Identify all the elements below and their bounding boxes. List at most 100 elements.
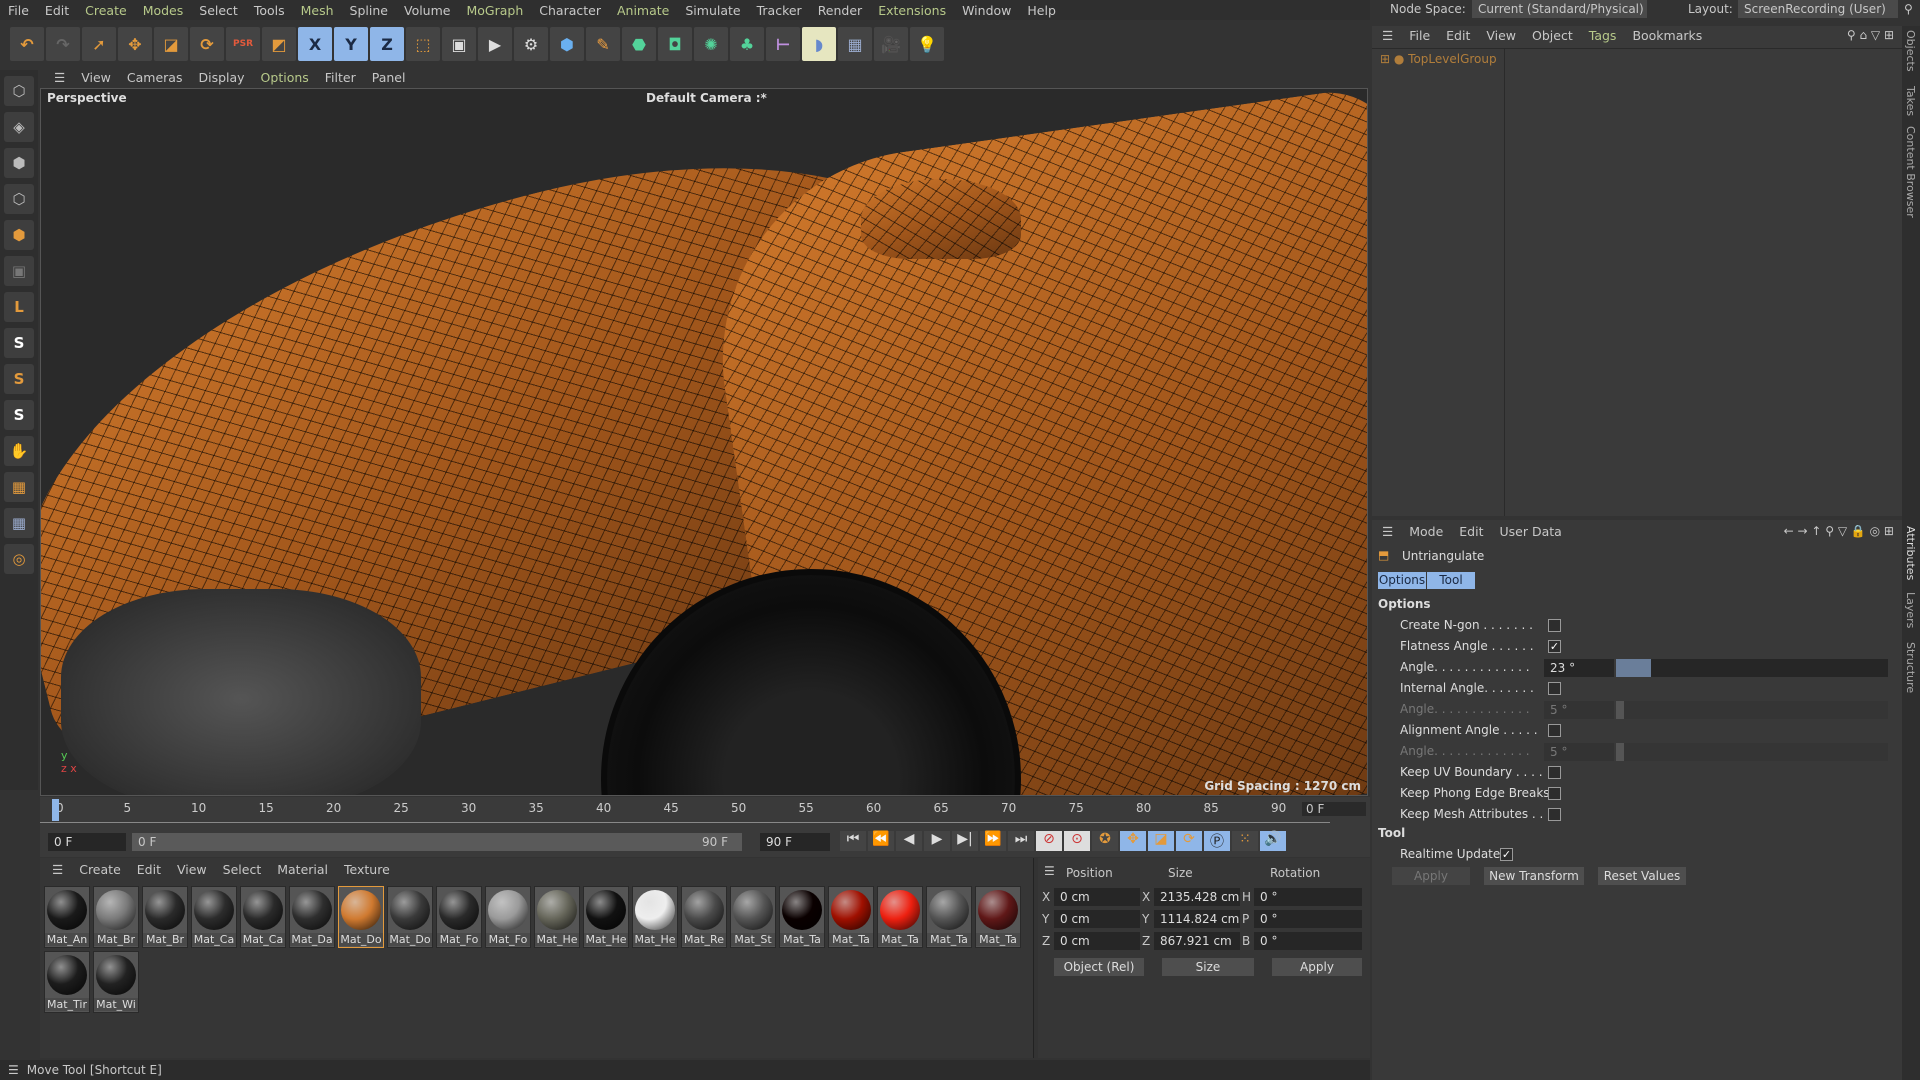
material-swatch[interactable]: Mat_He bbox=[632, 886, 678, 948]
model-mode-icon[interactable]: ⬡ bbox=[4, 76, 34, 106]
y-axis-button[interactable]: Y bbox=[334, 27, 368, 61]
play-icon[interactable]: ▶ bbox=[924, 831, 950, 851]
axis-mode-icon[interactable]: L bbox=[4, 292, 34, 322]
material-swatch[interactable]: Mat_Ta bbox=[975, 886, 1021, 948]
object-list-item[interactable]: ⊞ ● TopLevelGroup bbox=[1380, 52, 1497, 66]
option-checkbox[interactable] bbox=[1548, 787, 1561, 800]
search-icon[interactable]: ⚲ bbox=[1904, 0, 1913, 18]
option-checkbox[interactable]: ✓ bbox=[1548, 640, 1561, 653]
viewport-menu-cameras[interactable]: Cameras bbox=[119, 70, 191, 85]
viewport-menu-view[interactable]: View bbox=[73, 70, 119, 85]
playhead[interactable] bbox=[52, 799, 59, 821]
redo-button[interactable]: ↷ bbox=[46, 27, 80, 61]
generator-button[interactable]: ◘ bbox=[658, 27, 692, 61]
timeline[interactable]: 0 5 10 15 20 25 30 35 40 45 50 55 60 65 70 75 80 85 90 0 F… bbox=[40, 797, 1370, 857]
side-tab-takes[interactable]: Takes bbox=[1904, 86, 1917, 116]
menu-spline[interactable]: Spline bbox=[342, 3, 396, 18]
position-field[interactable]: 0 cm bbox=[1054, 910, 1140, 928]
object-menu-edit[interactable]: Edit bbox=[1438, 28, 1478, 43]
object-menu-bookmarks[interactable]: Bookmarks bbox=[1624, 28, 1710, 43]
material-menu-texture[interactable]: Texture bbox=[336, 862, 398, 877]
menu-tracker[interactable]: Tracker bbox=[749, 3, 810, 18]
object-menu-view[interactable]: View bbox=[1478, 28, 1524, 43]
viewport-menu-options[interactable]: Options bbox=[253, 70, 317, 85]
rotation-field[interactable]: 0 ° bbox=[1254, 932, 1362, 950]
layout-dropdown[interactable]: ScreenRecording (User) bbox=[1738, 0, 1898, 18]
material-swatch[interactable]: Mat_Fo bbox=[436, 886, 482, 948]
apply-button[interactable]: Apply bbox=[1392, 867, 1470, 885]
hamburger-icon[interactable]: ☰ bbox=[1374, 524, 1401, 539]
tab-tool[interactable]: Tool bbox=[1427, 572, 1475, 589]
key-pla-icon[interactable]: ⁙ bbox=[1232, 831, 1258, 851]
coords-apply-button[interactable]: Apply bbox=[1272, 958, 1362, 976]
menu-mograph[interactable]: MoGraph bbox=[458, 3, 531, 18]
material-swatch[interactable]: Mat_Tir bbox=[44, 951, 90, 1013]
menu-file[interactable]: File bbox=[0, 3, 37, 18]
menu-mesh[interactable]: Mesh bbox=[293, 3, 342, 18]
workplane-icon[interactable]: ▦ bbox=[4, 472, 34, 502]
grid-icon[interactable]: ▦ bbox=[4, 508, 34, 538]
material-swatch[interactable]: Mat_Ca bbox=[191, 886, 237, 948]
timeline-ruler[interactable]: 0 5 10 15 20 25 30 35 40 45 50 55 60 65 70 75 80 85 90 bbox=[40, 797, 1330, 823]
camera-button[interactable]: 🎥 bbox=[874, 27, 908, 61]
object-menu-object[interactable]: Object bbox=[1524, 28, 1581, 43]
position-field[interactable]: 0 cm bbox=[1054, 932, 1140, 950]
key-scale-icon[interactable]: ◪ bbox=[1148, 831, 1174, 851]
light-button[interactable]: 💡 bbox=[910, 27, 944, 61]
menu-character[interactable]: Character bbox=[531, 3, 609, 18]
render-button[interactable]: ▶ bbox=[478, 27, 512, 61]
option-checkbox[interactable] bbox=[1548, 766, 1561, 779]
menu-extensions[interactable]: Extensions bbox=[870, 3, 954, 18]
object-menu-file[interactable]: File bbox=[1401, 28, 1438, 43]
coordinate-mode-dropdown[interactable]: Object (Rel) bbox=[1054, 958, 1144, 976]
x-axis-button[interactable]: X bbox=[298, 27, 332, 61]
material-swatch[interactable]: Mat_Ta bbox=[779, 886, 825, 948]
go-to-end-icon[interactable]: ⏭ bbox=[1008, 831, 1034, 851]
keyframe-selection-icon[interactable]: ✪ bbox=[1092, 831, 1118, 851]
side-tab-attributes[interactable]: Attributes bbox=[1904, 526, 1917, 580]
frame-range-slider[interactable]: 0 F 90 F bbox=[132, 833, 742, 851]
subdivision-button[interactable]: ⬣ bbox=[622, 27, 656, 61]
scale-tool-button[interactable]: ◪ bbox=[154, 27, 188, 61]
move-tool-button[interactable]: ✥ bbox=[118, 27, 152, 61]
menu-simulate[interactable]: Simulate bbox=[677, 3, 748, 18]
coordinate-system-button[interactable]: ◩ bbox=[262, 27, 296, 61]
size-field[interactable]: 2135.428 cm bbox=[1154, 888, 1240, 906]
field-button[interactable]: ◗ bbox=[802, 27, 836, 61]
menu-edit[interactable]: Edit bbox=[37, 3, 77, 18]
size-field[interactable]: 867.921 cm bbox=[1154, 932, 1240, 950]
rotation-field[interactable]: 0 ° bbox=[1254, 910, 1362, 928]
tab-options[interactable]: Options bbox=[1378, 572, 1426, 589]
snap-workplane-icon[interactable]: S bbox=[4, 400, 34, 430]
material-swatch[interactable]: Mat_Re bbox=[681, 886, 727, 948]
material-swatch[interactable]: Mat_Do bbox=[387, 886, 433, 948]
option-checkbox[interactable] bbox=[1548, 619, 1561, 632]
material-swatch[interactable]: Mat_An bbox=[44, 886, 90, 948]
next-frame-icon[interactable]: ▶| bbox=[952, 831, 978, 851]
size-field[interactable]: 1114.824 cm bbox=[1154, 910, 1240, 928]
cube-button[interactable]: ⬢ bbox=[550, 27, 584, 61]
menu-animate[interactable]: Animate bbox=[609, 3, 677, 18]
texture-mode-icon[interactable]: ◈ bbox=[4, 112, 34, 142]
material-swatch[interactable]: Mat_Do bbox=[338, 886, 384, 948]
snap-icon[interactable]: S bbox=[4, 328, 34, 358]
material-swatch[interactable]: Mat_Ta bbox=[828, 886, 874, 948]
material-swatch[interactable]: Mat_St bbox=[730, 886, 776, 948]
edges-mode-icon[interactable]: ⬡ bbox=[4, 184, 34, 214]
go-to-start-icon[interactable]: ⏮ bbox=[840, 831, 866, 851]
material-swatch[interactable]: Mat_He bbox=[583, 886, 629, 948]
viewport-menu-display[interactable]: Display bbox=[190, 70, 252, 85]
attribute-menu-mode[interactable]: Mode bbox=[1401, 524, 1451, 539]
realtime-update-checkbox[interactable]: ✓ bbox=[1500, 848, 1513, 861]
size-mode-dropdown[interactable]: Size bbox=[1162, 958, 1254, 976]
start-frame-field[interactable]: 0 F bbox=[48, 833, 126, 851]
material-swatch[interactable]: Mat_Ta bbox=[877, 886, 923, 948]
snap-settings-icon[interactable]: S bbox=[4, 364, 34, 394]
lock-icon[interactable]: ◎ bbox=[4, 544, 34, 574]
psr-button[interactable]: PSR bbox=[226, 27, 260, 61]
material-swatch[interactable]: Mat_Fo bbox=[485, 886, 531, 948]
material-swatch[interactable]: Mat_He bbox=[534, 886, 580, 948]
attribute-nav-icons[interactable]: ← → ↑ ⚲ ▽ 🔒 ◎ ⊞ bbox=[1784, 524, 1894, 538]
material-swatch[interactable]: Mat_Br bbox=[93, 886, 139, 948]
position-field[interactable]: 0 cm bbox=[1054, 888, 1140, 906]
